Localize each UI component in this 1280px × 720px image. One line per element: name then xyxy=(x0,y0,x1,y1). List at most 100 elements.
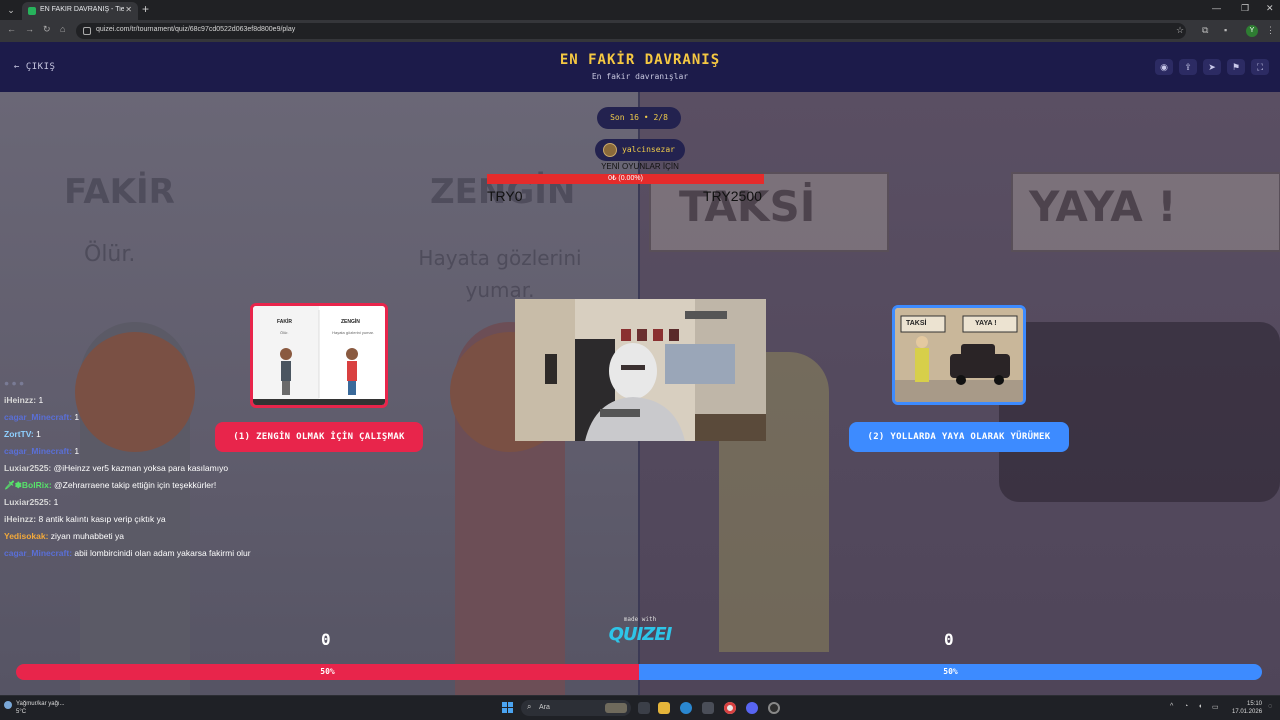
option-right-image[interactable]: TAKSİ YAYA ! xyxy=(892,305,1026,405)
page-subtitle: En fakir davranışlar xyxy=(591,72,689,81)
weather-text: Yağmur/kar yağı... xyxy=(16,701,65,707)
wifi-icon[interactable]: ◔ xyxy=(1184,703,1188,710)
browser-tabbar: ⌄ EN FAKİR DAVRANIŞ - Tier List ✕ + — ❐ … xyxy=(0,0,1280,20)
left-vote-count: 0 xyxy=(321,630,331,649)
site-info-icon[interactable] xyxy=(83,27,91,35)
bg-word-fakir: FAKİR xyxy=(64,172,175,212)
donation-goal-bar: 0₺ (0.00%) xyxy=(487,174,764,184)
left-vote-percent-bar: 50% xyxy=(16,664,639,680)
chat-username: ● ● ● xyxy=(4,378,25,388)
donation-goal-max: TRY2500 xyxy=(703,188,762,204)
fullscreen-icon[interactable]: ⛶ xyxy=(1251,59,1269,75)
window-close-icon[interactable]: ✕ xyxy=(1266,3,1274,14)
favicon-icon xyxy=(28,7,36,15)
store-icon[interactable] xyxy=(702,702,714,714)
chat-message: cagar_Minecraft: 1 xyxy=(4,443,274,460)
made-with-label: made with xyxy=(623,616,657,623)
chrome-icon[interactable] xyxy=(724,702,736,714)
task-view-icon[interactable] xyxy=(638,702,650,714)
send-icon[interactable]: ➤ xyxy=(1203,59,1221,75)
card-sign-left: TAKSİ xyxy=(906,320,927,327)
streamer-name: yalcinsezar xyxy=(622,145,675,154)
weather-temp: 5°C xyxy=(16,709,27,715)
weather-widget[interactable]: Yağmur/kar yağı... 5°C xyxy=(16,700,65,716)
home-icon[interactable]: ⌂ xyxy=(60,24,65,34)
weather-icon[interactable] xyxy=(4,701,12,709)
right-vote-percent-bar: 50% xyxy=(639,664,1262,680)
card-sign-right: YAYA ! xyxy=(975,320,997,327)
tab-close-icon[interactable]: ✕ xyxy=(125,5,132,14)
extensions-icon[interactable]: ⧉ xyxy=(1202,25,1208,36)
minimize-icon[interactable]: — xyxy=(1212,3,1221,13)
windows-taskbar: Yağmur/kar yağı... 5°C ⌕ Ara ^ ◔ ◖ ▭ 15:… xyxy=(0,695,1280,720)
tray-chevron-icon[interactable]: ^ xyxy=(1170,703,1173,710)
page-title: EN FAKİR DAVRANIŞ xyxy=(559,52,721,68)
chat-text: 1 xyxy=(74,446,80,456)
maximize-icon[interactable]: ❐ xyxy=(1241,3,1249,14)
streamer-avatar xyxy=(603,143,617,157)
right-vote-count: 0 xyxy=(944,630,954,649)
chat-message: ZortTV: 1 xyxy=(4,426,274,443)
chat-message: Luxiar2525: @iHeinzz ver5 kazman yoksa p… xyxy=(4,460,274,477)
reload-icon[interactable]: ↻ xyxy=(43,24,51,35)
match-stage: FAKİR ZENGİN Ölür. Hayata gözlerini yuma… xyxy=(0,92,1280,695)
tab-search-icon[interactable]: ⌄ xyxy=(4,3,18,17)
edge-icon[interactable] xyxy=(680,702,692,714)
taskbar-clock[interactable]: 15:10 17.01.2026 xyxy=(1232,700,1262,716)
obs-icon[interactable] xyxy=(768,702,780,714)
donation-goal-min: TRY0 xyxy=(487,188,523,204)
search-label: Ara xyxy=(539,704,550,711)
flag-icon[interactable]: ⚑ xyxy=(1227,59,1245,75)
chat-text: 1 xyxy=(38,395,44,405)
taskbar-search[interactable]: ⌕ Ara xyxy=(521,700,631,716)
back-arrow-icon[interactable]: ← xyxy=(7,24,16,34)
chat-message: Yedisokak: ziyan muhabbeti ya xyxy=(4,528,274,545)
stream-chat: ● ● ● iHeinzz: 1 cagar_Minecraft: 1 Zort… xyxy=(4,375,274,559)
chat-message: cagar_Minecraft: 1 xyxy=(4,409,274,426)
address-bar[interactable]: quizei.com/tr/tournament/quiz/68c97cd052… xyxy=(76,23,1186,39)
discord-icon[interactable] xyxy=(746,702,758,714)
quizei-logo[interactable]: QUIZEI xyxy=(598,624,682,645)
profile-avatar[interactable]: Y xyxy=(1246,25,1258,37)
chat-text: 8 antik kalıntı kasıp verip çıktık ya xyxy=(38,514,166,524)
chat-username: cagar_Minecraft: xyxy=(4,412,73,422)
streamer-badge: yalcinsezar xyxy=(595,139,685,161)
option-right-button[interactable]: (2) YOLLARDA YAYA OLARAK YÜRÜMEK xyxy=(849,422,1069,452)
chat-message: 🗡✽BolRix: @Zehrarraene takip ettiğin içi… xyxy=(4,477,274,494)
browser-tab[interactable]: EN FAKİR DAVRANIŞ - Tier List ✕ xyxy=(22,2,138,20)
chat-username: 🗡✽BolRix: xyxy=(4,480,52,490)
bg-sub-fakir: Ölür. xyxy=(84,242,136,267)
file-explorer-icon[interactable] xyxy=(658,702,670,714)
card-left-sub: Ölür. xyxy=(280,330,289,335)
clock-date: 17.01.2026 xyxy=(1232,709,1263,715)
app-header: ← ÇIKIŞ EN FAKİR DAVRANIŞ En fakir davra… xyxy=(0,42,1280,92)
donation-goal-label: YENİ OYUNLAR İÇİN xyxy=(601,162,679,171)
menu-dots-icon[interactable]: ⋮ xyxy=(1266,25,1275,36)
forward-arrow-icon[interactable]: → xyxy=(25,24,34,34)
chat-text: 1 xyxy=(53,497,59,507)
chat-message: cagar_Minecraft: abii lombircinidi olan … xyxy=(4,547,274,559)
bg-car xyxy=(999,322,1280,502)
chat-username: Yedisokak: xyxy=(4,531,49,541)
chat-text: @Zehrarraene takip ettiğin için teşekkür… xyxy=(54,480,217,490)
windows-start-icon[interactable] xyxy=(502,702,514,714)
chat-username: cagar_Minecraft: xyxy=(4,548,73,558)
bookmark-star-icon[interactable]: ☆ xyxy=(1176,25,1184,36)
new-tab-icon[interactable]: + xyxy=(142,2,149,16)
tab-title: EN FAKİR DAVRANIŞ - Tier List xyxy=(40,6,124,13)
download-icon[interactable]: ▪ xyxy=(1224,25,1227,35)
round-indicator: Son 16 • 2/8 xyxy=(597,107,681,129)
share-icon[interactable]: ⇪ xyxy=(1179,59,1197,75)
battery-icon[interactable]: ▭ xyxy=(1212,703,1219,711)
notification-bell-icon[interactable]: ◌ xyxy=(1268,703,1272,710)
webcam-feed xyxy=(515,299,766,441)
chat-message: iHeinzz: 8 antik kalıntı kasıp verip çık… xyxy=(4,511,274,528)
card-left-word: FAKİR xyxy=(277,319,292,325)
search-highlight-image xyxy=(605,703,627,713)
chat-text: abii lombircinidi olan adam yakarsa faki… xyxy=(74,548,251,558)
eye-icon[interactable]: ◉ xyxy=(1155,59,1173,75)
chat-username: Luxiar2525: xyxy=(4,497,52,507)
volume-icon[interactable]: ◖ xyxy=(1198,703,1202,710)
chat-username: cagar_Minecraft: xyxy=(4,446,73,456)
search-icon: ⌕ xyxy=(527,702,532,711)
